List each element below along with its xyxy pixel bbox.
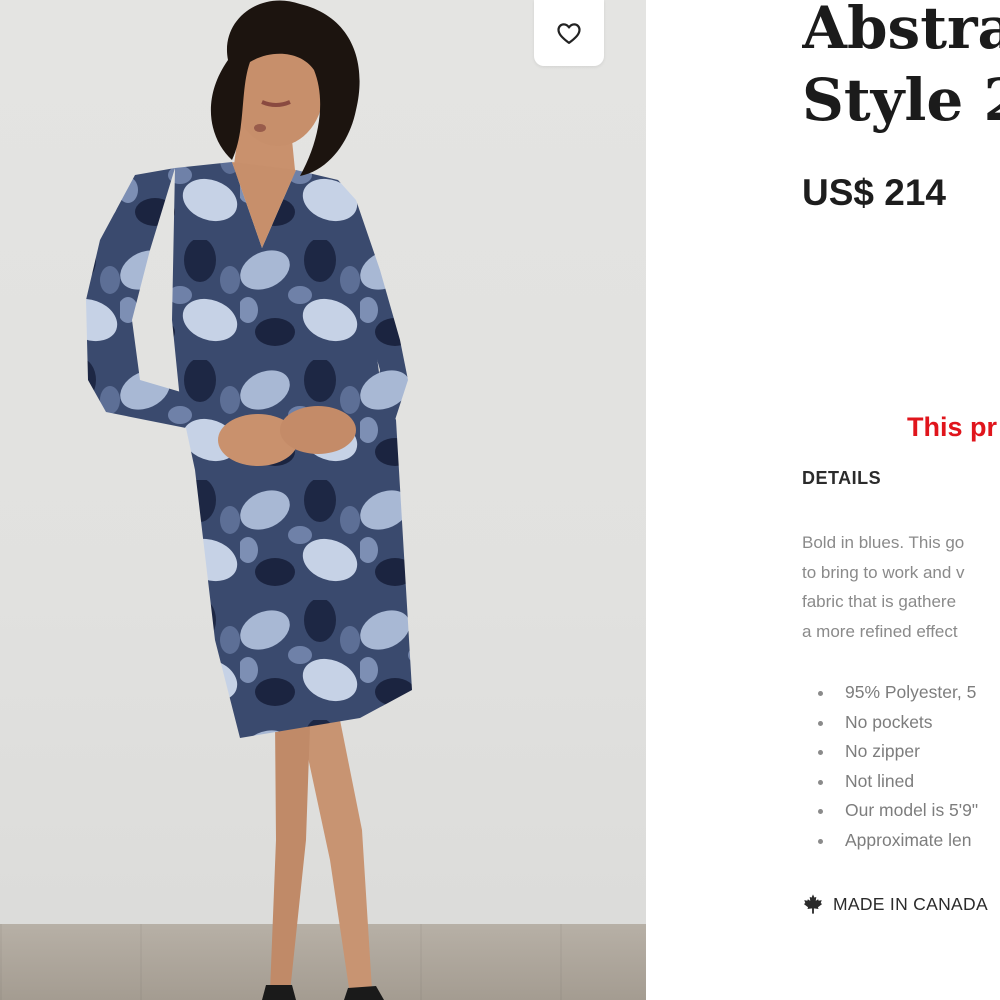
description-line: fabric that is gathere — [802, 592, 957, 611]
product-title-line1: Abstrac — [802, 0, 1000, 62]
maple-leaf-icon — [803, 894, 823, 914]
product-price: US$ 214 — [802, 172, 946, 213]
feature-item: No zipper — [802, 737, 978, 767]
description-line: Bold in blues. This go — [802, 533, 965, 552]
feature-list: 95% Polyester, 5 No pockets No zipper No… — [802, 678, 978, 855]
model-figure — [86, 0, 412, 1000]
details-heading: DETAILS — [802, 468, 882, 488]
favorite-button[interactable] — [534, 0, 604, 66]
product-info: Abstrac Style 21 US$ 214 This pr DETAILS… — [802, 0, 1000, 1000]
made-in-label: MADE IN CANADA — [833, 893, 988, 914]
feature-item: Our model is 5'9" — [802, 796, 978, 826]
availability-notice: This pr — [907, 412, 998, 442]
feature-item: Approximate len — [802, 826, 978, 856]
product-title-line2: Style 21 — [802, 66, 1000, 134]
feature-item: No pockets — [802, 708, 978, 738]
description-line: a more refined effect — [802, 621, 958, 641]
heart-outline-icon — [557, 23, 581, 45]
feature-item: 95% Polyester, 5 — [802, 678, 978, 708]
description-line: to bring to work and v — [802, 562, 965, 582]
product-title: Abstrac Style 21 — [802, 0, 1000, 136]
made-in-badge: MADE IN CANADA — [802, 893, 988, 915]
feature-item: Not lined — [802, 767, 978, 797]
product-description: Bold in blues. This go to bring to work … — [802, 528, 1000, 646]
product-image — [0, 0, 646, 1000]
